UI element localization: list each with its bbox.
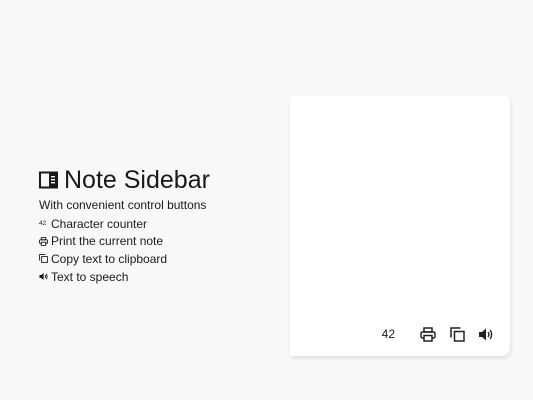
printer-icon — [39, 237, 48, 246]
title-row: Note Sidebar — [39, 166, 279, 194]
note-textarea[interactable] — [290, 96, 510, 326]
counter-icon: 42 — [39, 220, 48, 228]
feature-print: Print the current note — [39, 233, 279, 251]
page-title: Note Sidebar — [64, 166, 210, 194]
feature-text-to-speech: Text to speech — [39, 268, 279, 286]
copy-icon — [39, 254, 48, 264]
speaker-icon — [39, 272, 48, 281]
note-sidebar-panel: 42 — [290, 96, 510, 356]
speak-button[interactable] — [476, 324, 496, 344]
copy-icon — [449, 326, 465, 342]
copy-button[interactable] — [447, 324, 467, 344]
feature-label: Character counter — [51, 216, 148, 231]
printer-icon — [420, 326, 436, 342]
feature-list: 42 Character counter Print the current n… — [39, 215, 279, 285]
subtitle: With convenient control buttons — [39, 198, 207, 212]
promo-section: Note Sidebar With convenient control but… — [39, 166, 279, 285]
sidebar-icon — [39, 171, 58, 189]
speaker-icon — [479, 328, 493, 340]
feature-copy: Copy text to clipboard — [39, 250, 279, 268]
feature-label: Print the current note — [51, 234, 164, 249]
feature-label: Copy text to clipboard — [51, 251, 168, 266]
control-bar: 42 — [382, 324, 496, 344]
counter-icon-text: 42 — [39, 219, 47, 227]
feature-label: Text to speech — [51, 269, 129, 284]
character-counter: 42 — [381, 327, 395, 341]
feature-character-counter: 42 Character counter — [39, 215, 279, 233]
print-button[interactable] — [418, 324, 438, 344]
